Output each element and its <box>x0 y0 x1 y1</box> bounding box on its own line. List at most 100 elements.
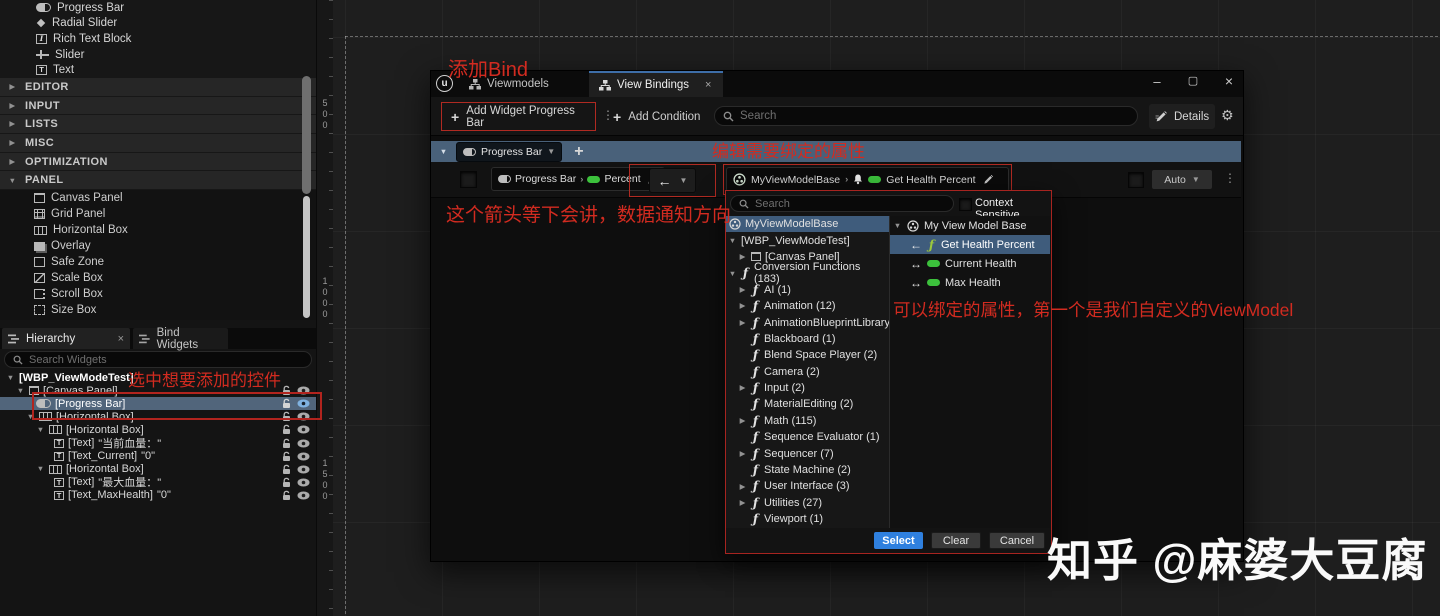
window-title-bar[interactable]: u Viewmodels View Bindings × – ▢ × <box>431 71 1243 97</box>
gear-icon[interactable]: ⚙ <box>1221 107 1234 124</box>
property-row-max-health[interactable]: ↔ Max Health <box>890 273 1050 292</box>
add-binding-icon[interactable]: + <box>574 144 583 160</box>
palette-item-overlay[interactable]: Overlay <box>0 238 316 254</box>
picker-row[interactable]: ƒState Machine (2) <box>726 462 889 478</box>
row-options-icon[interactable]: ⋮ <box>1224 172 1236 184</box>
palette-item-slider[interactable]: Slider <box>0 47 316 63</box>
binding-enable-checkbox[interactable] <box>460 171 477 188</box>
lock-icon[interactable] <box>281 490 292 501</box>
picker-row[interactable]: ▼ ƒ Conversion Functions (183) <box>726 265 889 281</box>
property-row-get-health-percent-selected[interactable]: ← ƒ Get Health Percent <box>890 235 1050 254</box>
add-widget-button[interactable]: + Add Widget Progress Bar <box>441 102 596 131</box>
chevron-right-icon[interactable]: ▶ <box>738 417 747 425</box>
details-button[interactable]: Details <box>1149 104 1215 129</box>
picker-row[interactable]: ƒViewport (1) <box>726 511 889 527</box>
picker-row[interactable]: ƒMaterialEditing (2) <box>726 396 889 412</box>
chevron-right-icon[interactable]: ▶ <box>738 499 747 507</box>
picker-row[interactable]: ƒCamera (2) <box>726 364 889 380</box>
palette-item-grid-panel[interactable]: Grid Panel <box>0 206 316 222</box>
palette-item-horizontal-box[interactable]: Horizontal Box <box>0 222 316 238</box>
palette-item-canvas-panel[interactable]: Canvas Panel <box>0 190 316 206</box>
chevron-right-icon[interactable]: ▶ <box>738 319 747 327</box>
lock-icon[interactable] <box>281 464 292 475</box>
picker-row[interactable]: ▼ [WBP_ViewModeTest] <box>726 232 889 248</box>
close-icon[interactable]: × <box>118 333 124 345</box>
tree-row-text[interactable]: T [Text] "最大血量：" <box>0 476 316 489</box>
property-row-root[interactable]: ▼ My View Model Base <box>890 216 1050 235</box>
chevron-right-icon[interactable]: ▶ <box>738 286 747 294</box>
eye-icon[interactable] <box>297 478 310 487</box>
eye-icon[interactable] <box>297 425 310 434</box>
palette-item-text[interactable]: T Text <box>0 62 316 78</box>
tree-row-text-current[interactable]: T [Text_Current] "0" <box>0 450 316 463</box>
palette-item-scroll-box[interactable]: Scroll Box <box>0 286 316 302</box>
picker-row[interactable]: ƒBlend Space Player (2) <box>726 347 889 363</box>
exec-mode-dropdown[interactable]: Auto ▼ <box>1151 169 1213 190</box>
popup-search-input[interactable]: Search <box>730 195 954 212</box>
picker-row[interactable]: ▶ƒInput (2) <box>726 380 889 396</box>
picker-row[interactable]: ▶ƒAnimationBlueprintLibrary <box>726 314 889 330</box>
eye-icon[interactable] <box>297 439 310 448</box>
cancel-button[interactable]: Cancel <box>989 532 1045 549</box>
add-condition-button[interactable]: + Add Condition <box>613 102 700 131</box>
palette-item-safe-zone[interactable]: Safe Zone <box>0 254 316 270</box>
tab-hierarchy[interactable]: Hierarchy × <box>2 328 130 349</box>
category-input[interactable]: ▶INPUT <box>0 97 316 116</box>
tree-row-text[interactable]: T [Text] "当前血量：" <box>0 436 316 449</box>
picker-row[interactable]: ▶ƒAnimation (12) <box>726 298 889 314</box>
chevron-right-icon[interactable]: ▶ <box>738 450 747 458</box>
chevron-down-icon[interactable]: ▼ <box>439 148 448 156</box>
palette-item-progress-bar[interactable]: Progress Bar <box>0 0 316 16</box>
context-sensitive-checkbox[interactable] <box>959 198 972 211</box>
palette-item-size-box[interactable]: Size Box <box>0 302 316 318</box>
lock-icon[interactable] <box>281 451 292 462</box>
chevron-down-icon[interactable]: ▼ <box>6 374 15 382</box>
binding-extra-checkbox[interactable] <box>1128 172 1144 188</box>
minimize-icon[interactable]: – <box>1147 74 1167 92</box>
eye-icon[interactable] <box>297 491 310 500</box>
category-editor[interactable]: ▶EDITOR <box>0 78 316 97</box>
chevron-down-icon[interactable]: ▼ <box>16 387 25 395</box>
category-optimization[interactable]: ▶OPTIMIZATION <box>0 153 316 172</box>
tree-row-text-maxhealth[interactable]: T [Text_MaxHealth] "0" <box>0 489 316 502</box>
select-button[interactable]: Select <box>874 532 923 549</box>
scrollbar-thumb[interactable] <box>302 76 311 194</box>
chevron-down-icon[interactable]: ▼ <box>728 237 737 245</box>
picker-row[interactable]: ▶ƒUser Interface (3) <box>726 478 889 494</box>
chevron-right-icon[interactable]: ▶ <box>738 253 747 261</box>
scrollbar-thumb[interactable] <box>303 196 310 318</box>
group-widget-dropdown[interactable]: Progress Bar ▼ <box>456 142 562 162</box>
pencil-icon[interactable] <box>983 174 994 185</box>
category-panel[interactable]: ▼PANEL <box>0 171 316 190</box>
lock-icon[interactable] <box>281 438 292 449</box>
palette-item-scale-box[interactable]: Scale Box <box>0 270 316 286</box>
chevron-down-icon[interactable]: ▼ <box>36 465 45 473</box>
palette-item-rich-text-block[interactable]: I Rich Text Block <box>0 31 316 47</box>
chevron-down-icon[interactable]: ▼ <box>893 222 902 230</box>
eye-icon[interactable] <box>297 465 310 474</box>
category-misc[interactable]: ▶MISC <box>0 134 316 153</box>
maximize-icon[interactable]: ▢ <box>1183 74 1203 92</box>
chevron-right-icon[interactable]: ▶ <box>738 384 747 392</box>
tab-view-bindings-active[interactable]: View Bindings × <box>589 71 723 97</box>
property-row-current-health[interactable]: ↔ Current Health <box>890 254 1050 273</box>
lock-icon[interactable] <box>281 424 292 435</box>
picker-row-myviewmodelbase[interactable]: MyViewModelBase <box>726 216 889 232</box>
close-icon[interactable]: × <box>705 79 711 91</box>
chevron-right-icon[interactable]: ▶ <box>738 483 747 491</box>
picker-row[interactable]: ▶ƒUtilities (27) <box>726 495 889 511</box>
chevron-right-icon[interactable]: ▶ <box>738 302 747 310</box>
palette-item-radial-slider[interactable]: Radial Slider <box>0 16 316 32</box>
bindings-search-input[interactable]: Search <box>714 106 1138 126</box>
picker-row[interactable]: ƒBlackboard (1) <box>726 331 889 347</box>
picker-row[interactable]: ▶ƒSequencer (7) <box>726 445 889 461</box>
picker-row[interactable]: ƒSequence Evaluator (1) <box>726 429 889 445</box>
lock-icon[interactable] <box>281 477 292 488</box>
clear-button[interactable]: Clear <box>931 532 981 549</box>
bind-direction-control[interactable]: ← ▼ <box>629 164 716 197</box>
chevron-down-icon[interactable]: ▼ <box>728 270 737 278</box>
eye-icon[interactable] <box>297 452 310 461</box>
picker-row[interactable]: ▶ƒMath (115) <box>726 413 889 429</box>
close-icon[interactable]: × <box>1219 73 1239 91</box>
category-lists[interactable]: ▶LISTS <box>0 115 316 134</box>
